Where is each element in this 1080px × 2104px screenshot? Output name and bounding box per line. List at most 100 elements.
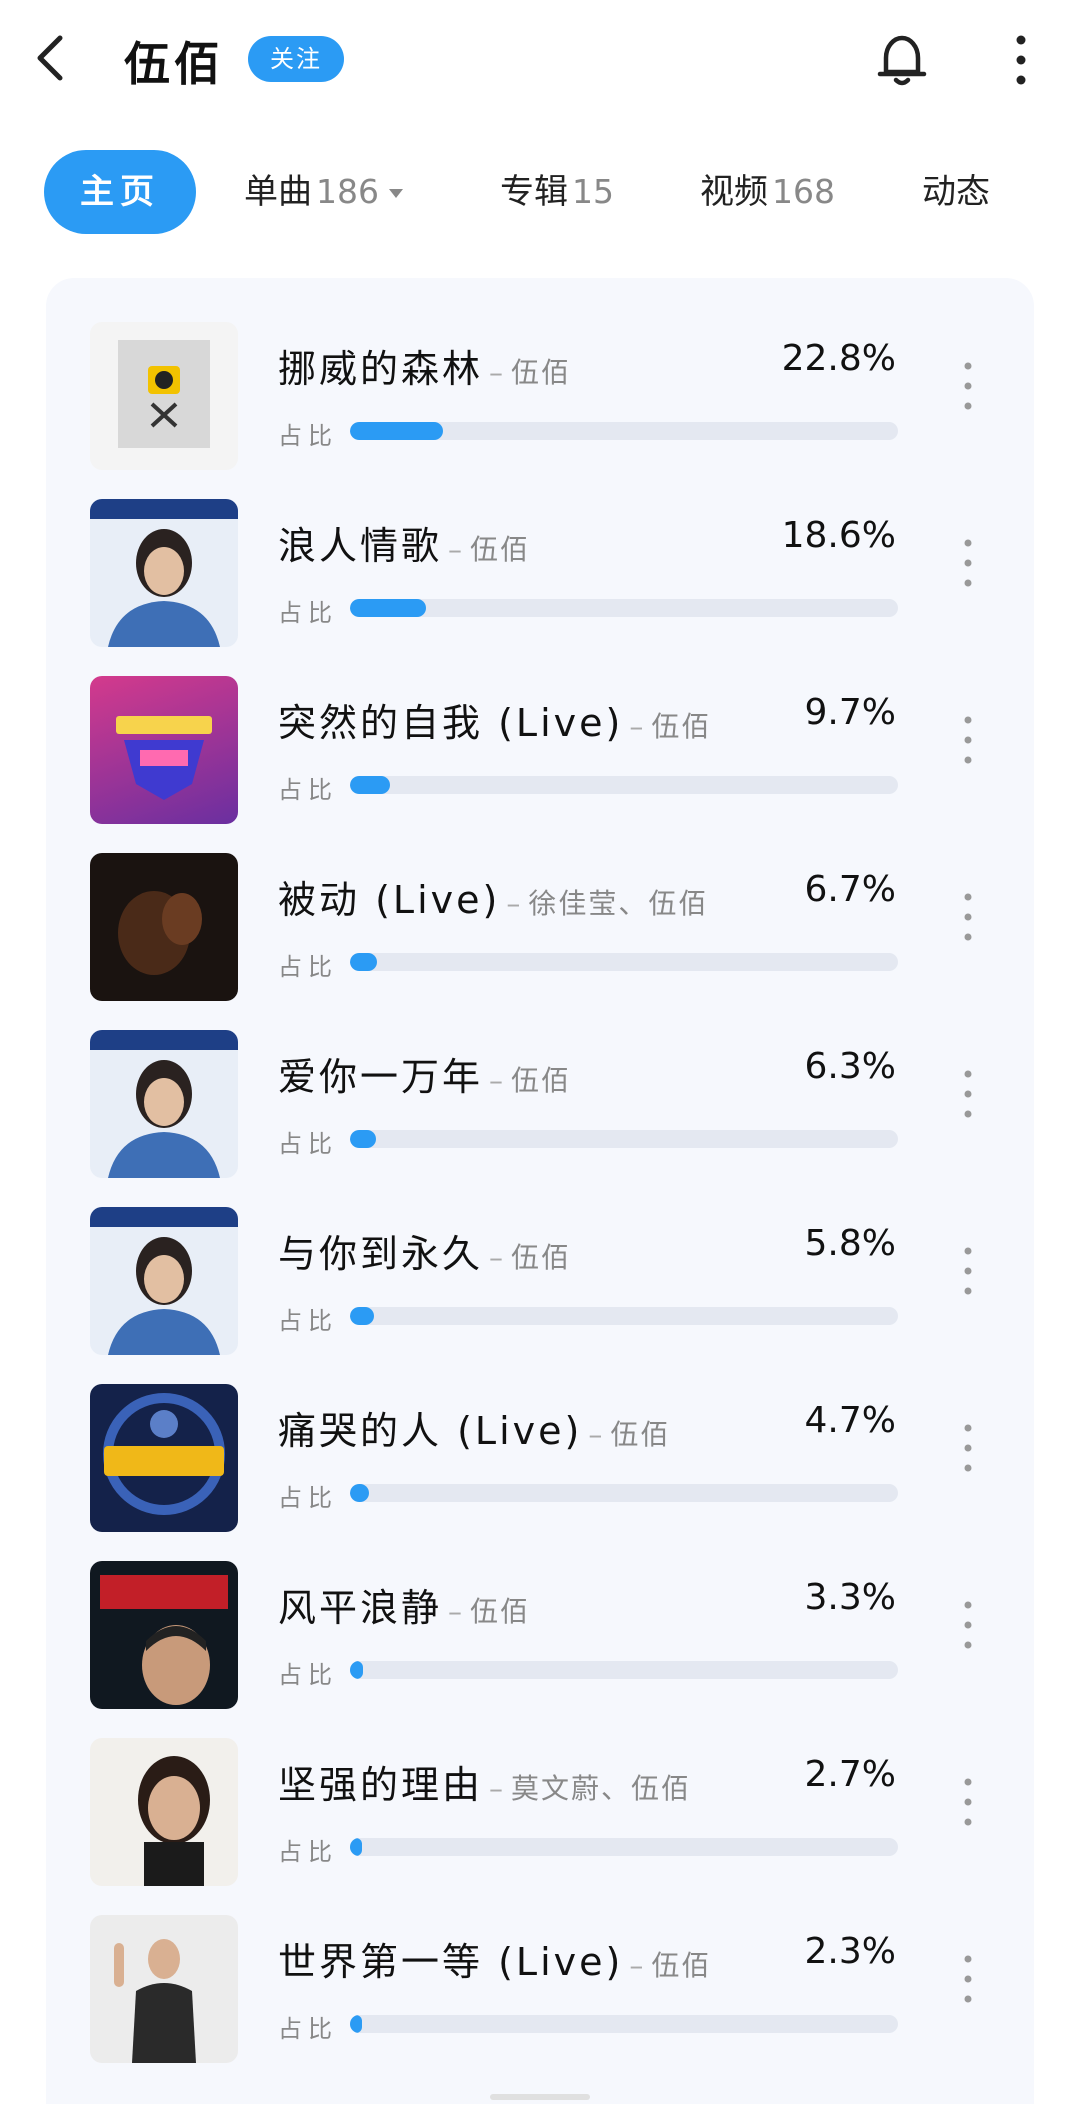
share-bar-fill (350, 2015, 363, 2033)
share-bar (350, 1484, 898, 1502)
album-cover[interactable] (90, 676, 238, 824)
song-artist: 伍佰 (470, 533, 531, 566)
share-bar-fill (350, 953, 378, 971)
song-artist: 伍佰 (511, 1064, 572, 1097)
share-bar (350, 2015, 898, 2033)
share-bar (350, 1130, 898, 1148)
share-bar-fill (350, 599, 426, 617)
more-vertical-icon[interactable] (956, 358, 980, 414)
ratio-label: 占比 (278, 1661, 338, 1689)
share-percent: 22.8% (781, 338, 896, 379)
share-bar (350, 776, 898, 794)
song-title-line: 世界第一等 (Live) – 伍佰 (278, 1940, 712, 1984)
tab-home[interactable]: 主页 (44, 150, 196, 234)
share-bar (350, 953, 898, 971)
song-title-line: 风平浪静 – 伍佰 (278, 1586, 531, 1630)
ratio-label: 占比 (278, 422, 338, 450)
tab-label: 专辑 (500, 172, 568, 212)
bell-icon[interactable] (874, 30, 930, 90)
song-row[interactable]: 痛哭的人 (Live) – 伍佰 4.7% 占比 (46, 1380, 1034, 1550)
share-percent: 6.7% (804, 869, 896, 910)
more-vertical-icon[interactable] (956, 1420, 980, 1476)
share-percent: 3.3% (804, 1577, 896, 1618)
share-bar-fill (350, 776, 390, 794)
back-icon[interactable] (30, 30, 74, 86)
album-cover[interactable] (90, 853, 238, 1001)
song-artist: 伍佰 (511, 1241, 572, 1274)
song-row[interactable]: 风平浪静 – 伍佰 3.3% 占比 (46, 1557, 1034, 1727)
more-vertical-icon[interactable] (956, 1597, 980, 1653)
album-cover[interactable] (90, 1738, 238, 1886)
share-percent: 2.3% (804, 1931, 896, 1972)
song-row[interactable]: 爱你一万年 – 伍佰 6.3% 占比 (46, 1026, 1034, 1196)
ratio-label: 占比 (278, 599, 338, 627)
song-row[interactable]: 与你到永久 – 伍佰 5.8% 占比 (46, 1203, 1034, 1373)
more-vertical-icon[interactable] (956, 712, 980, 768)
ratio-label: 占比 (278, 1838, 338, 1866)
song-title: 与你到永久 (278, 1232, 484, 1276)
share-percent: 9.7% (804, 692, 896, 733)
song-title: 痛哭的人 (Live) (278, 1409, 583, 1453)
more-vertical-icon[interactable] (956, 1066, 980, 1122)
song-title-line: 挪威的森林 – 伍佰 (278, 347, 572, 391)
more-vertical-icon[interactable] (1006, 32, 1036, 88)
song-row[interactable]: 被动 (Live) – 徐佳莹、伍佰 6.7% 占比 (46, 849, 1034, 1019)
ratio-label: 占比 (278, 776, 338, 804)
song-title: 被动 (Live) (278, 878, 501, 922)
share-percent: 4.7% (804, 1400, 896, 1441)
share-bar (350, 1838, 898, 1856)
album-cover[interactable] (90, 1915, 238, 2063)
album-cover[interactable] (90, 1384, 238, 1532)
tab-videos[interactable]: 视频 168 (700, 150, 835, 234)
share-percent: 2.7% (804, 1754, 896, 1795)
song-row[interactable]: 浪人情歌 – 伍佰 18.6% 占比 (46, 495, 1034, 665)
song-artist: 伍佰 (610, 1418, 671, 1451)
tab-albums[interactable]: 专辑 15 (500, 150, 614, 234)
song-row[interactable]: 坚强的理由 – 莫文蔚、伍佰 2.7% 占比 (46, 1734, 1034, 1904)
tab-label: 主页 (80, 172, 160, 212)
more-vertical-icon[interactable] (956, 1951, 980, 2007)
home-indicator (490, 2094, 590, 2100)
song-row[interactable]: 突然的自我 (Live) – 伍佰 9.7% 占比 (46, 672, 1034, 842)
share-bar-fill (350, 1307, 374, 1325)
song-artist: 伍佰 (651, 1949, 712, 1982)
tab-activity[interactable]: 动态 (922, 150, 990, 234)
song-artist: 伍佰 (651, 710, 712, 743)
song-title-line: 突然的自我 (Live) – 伍佰 (278, 701, 712, 745)
share-bar-fill (350, 1838, 363, 1856)
album-cover[interactable] (90, 322, 238, 470)
share-bar-fill (350, 1661, 364, 1679)
share-bar (350, 1661, 898, 1679)
more-vertical-icon[interactable] (956, 535, 980, 591)
song-artist: 徐佳莹、伍佰 (528, 887, 709, 920)
ratio-label: 占比 (278, 1130, 338, 1158)
song-title-line: 痛哭的人 (Live) – 伍佰 (278, 1409, 671, 1453)
share-bar (350, 599, 898, 617)
album-cover[interactable] (90, 1561, 238, 1709)
tab-singles[interactable]: 单曲 186 (244, 150, 403, 234)
song-title: 坚强的理由 (278, 1763, 484, 1807)
song-row[interactable]: 世界第一等 (Live) – 伍佰 2.3% 占比 (46, 1911, 1034, 2081)
ratio-label: 占比 (278, 953, 338, 981)
more-vertical-icon[interactable] (956, 889, 980, 945)
more-vertical-icon[interactable] (956, 1774, 980, 1830)
song-row[interactable]: 挪威的森林 – 伍佰 22.8% 占比 (46, 318, 1034, 488)
share-percent: 6.3% (804, 1046, 896, 1087)
album-cover[interactable] (90, 1207, 238, 1355)
song-title: 挪威的森林 (278, 347, 484, 391)
ratio-label: 占比 (278, 2015, 338, 2043)
album-cover[interactable] (90, 499, 238, 647)
album-cover[interactable] (90, 1030, 238, 1178)
song-share-card: 挪威的森林 – 伍佰 22.8% 占比 浪人情歌 – 伍佰 18.6% 占比 突… (46, 278, 1034, 2104)
share-bar (350, 422, 898, 440)
follow-button[interactable]: 关注 (248, 36, 344, 82)
song-title-line: 被动 (Live) – 徐佳莹、伍佰 (278, 878, 709, 922)
song-artist: 伍佰 (470, 1595, 531, 1628)
ratio-label: 占比 (278, 1484, 338, 1512)
song-artist: 伍佰 (511, 356, 572, 389)
tab-bar: 主页 单曲 186 专辑 15 视频 168 动态 (0, 150, 1080, 240)
song-title: 爱你一万年 (278, 1055, 484, 1099)
tab-count: 168 (772, 172, 835, 211)
song-artist: 莫文蔚、伍佰 (511, 1772, 692, 1805)
more-vertical-icon[interactable] (956, 1243, 980, 1299)
